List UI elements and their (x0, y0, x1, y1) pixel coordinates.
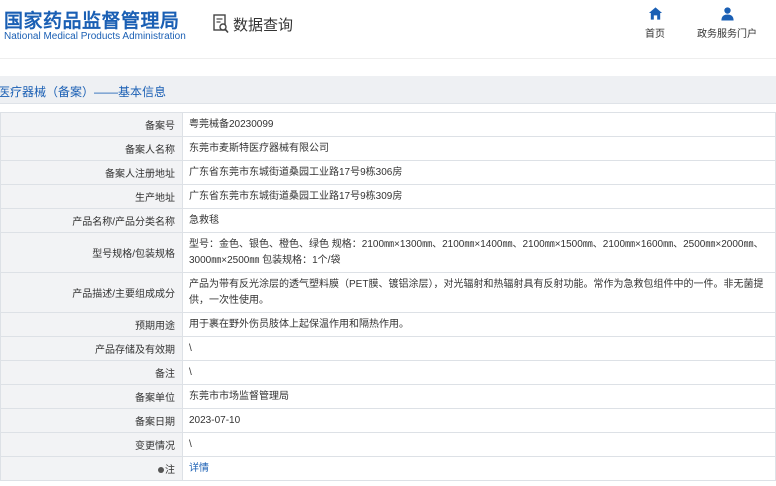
table-row: 产品存储及有效期 \ (0, 336, 776, 361)
data-query-label: 数据查询 (233, 16, 294, 34)
row-label: 产品名称/产品分类名称 (0, 208, 183, 233)
table-row: 备案日期 2023-07-10 (0, 408, 776, 433)
table-row: 注 详情 (0, 456, 776, 481)
nav-service-portal[interactable]: 政务服务门户 (697, 6, 757, 40)
table-row: 备注 \ (0, 360, 776, 385)
row-value: 型号：金色、银色、橙色、绿色 规格：2100㎜×1300㎜、2100㎜×1400… (182, 232, 776, 273)
row-value: \ (182, 360, 776, 385)
row-label-note: 注 (0, 456, 183, 481)
table-row: 变更情况 \ (0, 432, 776, 457)
nav-home[interactable]: 首页 (645, 6, 665, 40)
table-row: 产品名称/产品分类名称 急救毯 (0, 208, 776, 233)
row-value: 东莞市市场监督管理局 (182, 384, 776, 409)
header-divider (0, 58, 776, 76)
data-query-link[interactable]: 数据查询 (213, 12, 293, 36)
table-row: 备案单位 东莞市市场监督管理局 (0, 384, 776, 409)
details-link[interactable]: 详情 (189, 463, 209, 474)
row-value: 用于裹在野外伤员肢体上起保温作用和隔热作用。 (182, 312, 776, 337)
site-header: 国家药品监督管理局 National Medical Products Admi… (0, 0, 776, 58)
table-row: 产品描述/主要组成成分 产品为带有反光涂层的透气塑料膜（PET膜、镀铝涂层），对… (0, 272, 776, 313)
row-label: 型号规格/包装规格 (0, 232, 183, 273)
section-header: 医疗器械（备案）——基本信息 (0, 76, 776, 104)
row-label: 备案人注册地址 (0, 160, 183, 185)
row-label: 备案单位 (0, 384, 183, 409)
nav-home-label: 首页 (645, 29, 665, 40)
table-row: 生产地址 广东省东莞市东城街道桑园工业路17号9栋309房 (0, 184, 776, 209)
document-search-icon (213, 14, 229, 34)
section-title: 医疗器械（备案）——基本信息 (0, 85, 167, 99)
row-value: 急救毯 (182, 208, 776, 233)
note-label: 注 (165, 465, 175, 476)
table-row: 型号规格/包装规格 型号：金色、银色、橙色、绿色 规格：2100㎜×1300㎜、… (0, 232, 776, 273)
record-detail-table: 备案号 粤莞械备20230099 备案人名称 东莞市麦斯特医疗器械有限公司 备案… (0, 112, 776, 481)
nav-service-portal-label: 政务服务门户 (697, 29, 757, 40)
table-row: 预期用途 用于裹在野外伤员肢体上起保温作用和隔热作用。 (0, 312, 776, 337)
row-label: 备案号 (0, 112, 183, 137)
row-label: 预期用途 (0, 312, 183, 337)
table-row: 备案人注册地址 广东省东莞市东城街道桑园工业路17号9栋306房 (0, 160, 776, 185)
row-value: 东莞市麦斯特医疗器械有限公司 (182, 136, 776, 161)
table-row: 备案号 粤莞械备20230099 (0, 112, 776, 137)
row-value: 粤莞械备20230099 (182, 112, 776, 137)
person-icon (720, 7, 734, 21)
row-label: 产品存储及有效期 (0, 336, 183, 361)
home-icon (648, 7, 662, 20)
row-value: 2023-07-10 (182, 408, 776, 433)
row-value: 产品为带有反光涂层的透气塑料膜（PET膜、镀铝涂层），对光辐射和热辐射具有反射功… (182, 272, 776, 313)
row-value: \ (182, 336, 776, 361)
bullet-icon (158, 467, 164, 474)
site-logo-title[interactable]: 国家药品监督管理局 (4, 6, 180, 33)
row-value: 广东省东莞市东城街道桑园工业路17号9栋306房 (182, 160, 776, 185)
row-label: 备注 (0, 360, 183, 385)
row-label: 变更情况 (0, 432, 183, 457)
row-value: \ (182, 432, 776, 457)
row-label: 生产地址 (0, 184, 183, 209)
table-row: 备案人名称 东莞市麦斯特医疗器械有限公司 (0, 136, 776, 161)
site-logo-subtitle: National Medical Products Administration (4, 31, 186, 42)
row-value: 广东省东莞市东城街道桑园工业路17号9栋309房 (182, 184, 776, 209)
row-label: 产品描述/主要组成成分 (0, 272, 183, 313)
row-label: 备案人名称 (0, 136, 183, 161)
row-value: 详情 (182, 456, 776, 481)
row-label: 备案日期 (0, 408, 183, 433)
